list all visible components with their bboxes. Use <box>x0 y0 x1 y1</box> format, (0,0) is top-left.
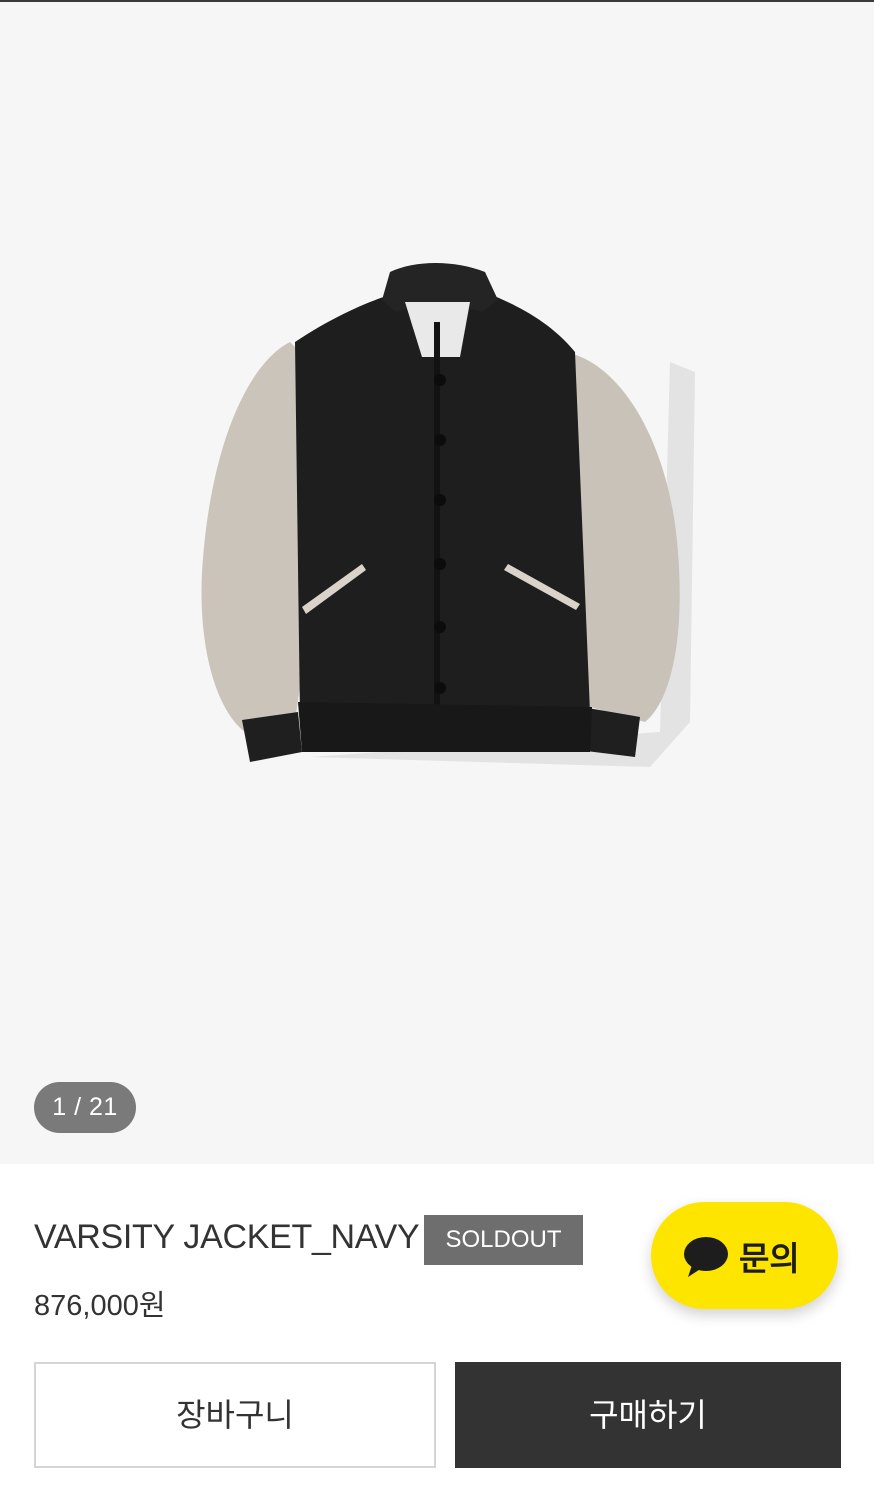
product-title: VARSITY JACKET_NAVY <box>34 1218 420 1256</box>
product-price: 876,000원 <box>34 1290 166 1322</box>
chat-bubble-icon <box>684 1237 728 1277</box>
kakao-inquiry-button[interactable]: 문의 <box>651 1202 838 1309</box>
buy-now-button[interactable]: 구매하기 <box>455 1362 841 1468</box>
product-detail-page: 1 / 21 VARSITY JACKET_NAVY SOLDOUT 876,0… <box>0 0 874 1500</box>
add-to-cart-button[interactable]: 장바구니 <box>34 1362 436 1468</box>
product-photo-varsity-jacket <box>201 263 695 767</box>
product-image-gallery[interactable]: 1 / 21 <box>0 2 874 1164</box>
inquiry-label: 문의 <box>739 1239 800 1278</box>
soldout-badge: SOLDOUT <box>424 1215 583 1265</box>
image-counter-badge: 1 / 21 <box>34 1082 136 1133</box>
